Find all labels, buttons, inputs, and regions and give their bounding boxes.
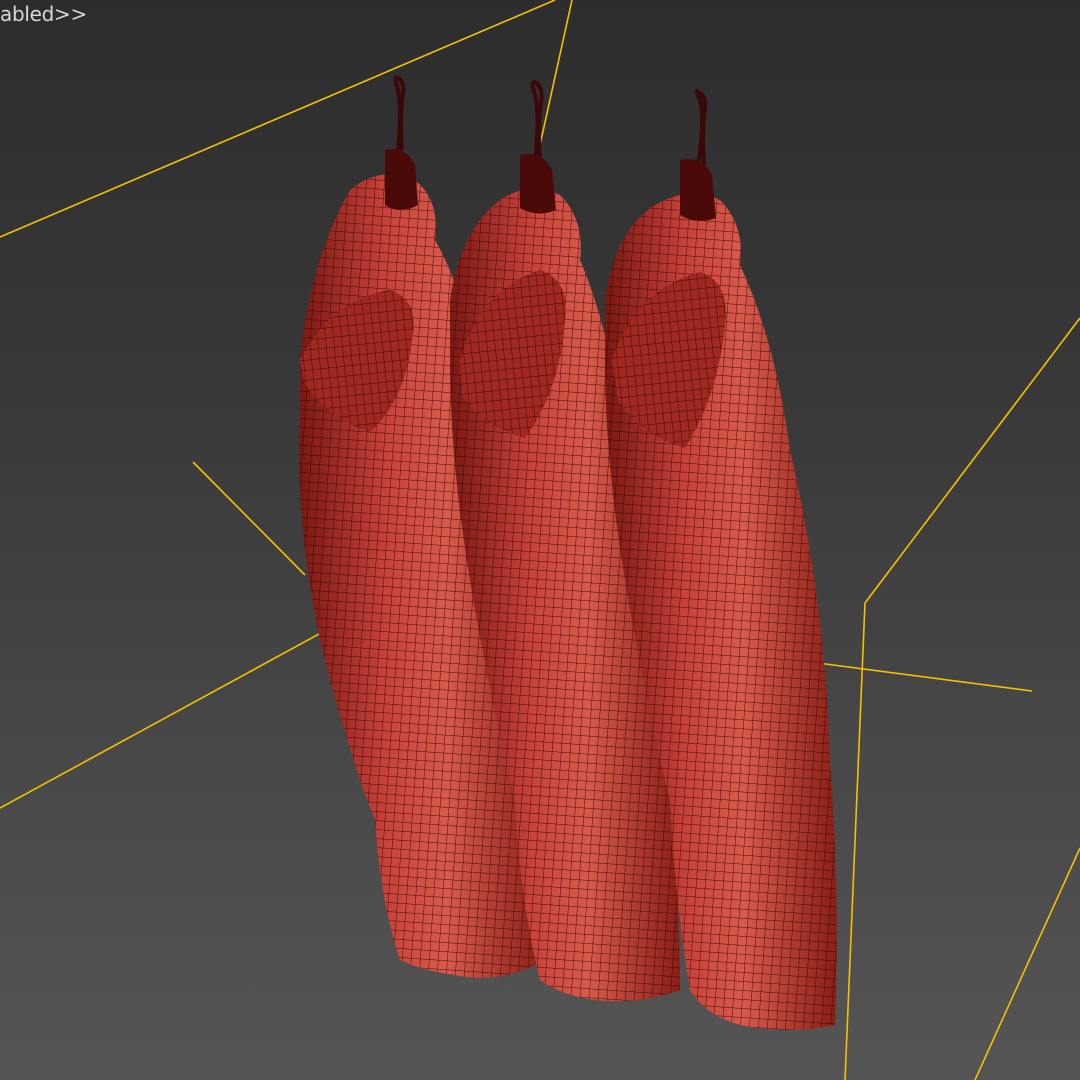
viewport-scene[interactable] [0, 0, 1080, 1080]
viewport-label: abled>> [0, 2, 87, 26]
3d-viewport[interactable]: abled>> [0, 0, 1080, 1080]
